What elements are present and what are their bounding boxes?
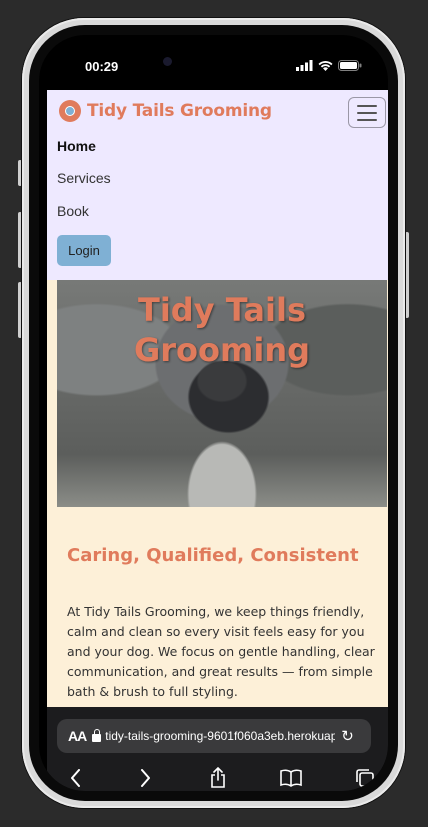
tabs-button[interactable]: [349, 763, 381, 791]
status-time: 00:29: [85, 59, 119, 74]
status-icons: [296, 60, 362, 71]
hero-title: Tidy Tails Grooming: [57, 290, 387, 370]
battery-icon: [338, 60, 362, 71]
safari-bottom-bar: AA tidy-tails-grooming-9601f060a3eb.hero…: [47, 707, 388, 791]
share-icon: [211, 767, 225, 788]
lock-icon: [92, 729, 102, 742]
login-button[interactable]: Login: [57, 235, 111, 266]
safari-toolbar: [47, 763, 388, 791]
url-text[interactable]: tidy-tails-grooming-9601f060a3eb.herokua…: [105, 729, 335, 743]
phone-frame: 00:29 Tidy Tails Grooming Home Services …: [22, 18, 405, 808]
share-button[interactable]: [202, 763, 234, 791]
chevron-left-icon: [70, 769, 80, 787]
tabs-icon: [356, 769, 374, 787]
brand[interactable]: Tidy Tails Grooming: [59, 100, 272, 122]
hamburger-icon-bar: [357, 118, 377, 121]
dynamic-island: [149, 46, 277, 78]
nav-link-services[interactable]: Services: [57, 170, 111, 186]
camera-icon: [163, 57, 172, 66]
menu-toggle-button[interactable]: [348, 97, 386, 128]
nav-link-home[interactable]: Home: [57, 138, 96, 154]
power-button[interactable]: [405, 232, 409, 318]
section-body: At Tidy Tails Grooming, we keep things f…: [67, 604, 375, 699]
brand-name: Tidy Tails Grooming: [87, 101, 272, 121]
hero-image: Tidy Tails Grooming: [57, 245, 387, 507]
hamburger-icon-bar: [357, 104, 377, 107]
reader-options-button[interactable]: AA: [68, 728, 87, 744]
bookmarks-button[interactable]: [275, 763, 307, 791]
signal-icon: [296, 60, 313, 71]
hero-title-line: Grooming: [133, 331, 310, 369]
section-heading: Caring, Qualified, Consistent: [67, 545, 359, 566]
forward-button[interactable]: [129, 763, 161, 791]
chevron-right-icon: [140, 769, 150, 787]
status-bar: 00:29: [39, 35, 388, 81]
book-icon: [280, 769, 302, 787]
hero-title-line: Tidy Tails: [138, 291, 306, 329]
paw-logo-icon: [59, 100, 81, 122]
back-button[interactable]: [59, 763, 91, 791]
phone-screen: 00:29 Tidy Tails Grooming Home Services …: [39, 35, 388, 791]
navbar: Tidy Tails Grooming Home Services Book L…: [47, 90, 388, 280]
address-bar[interactable]: AA tidy-tails-grooming-9601f060a3eb.hero…: [57, 719, 371, 753]
phone-bezel: 00:29 Tidy Tails Grooming Home Services …: [29, 25, 398, 801]
web-page: Tidy Tails Grooming Home Services Book L…: [47, 90, 388, 707]
nav-link-book[interactable]: Book: [57, 203, 89, 219]
reload-icon[interactable]: ↻: [341, 727, 354, 745]
hamburger-icon-bar: [357, 111, 377, 114]
wifi-icon: [318, 60, 333, 71]
